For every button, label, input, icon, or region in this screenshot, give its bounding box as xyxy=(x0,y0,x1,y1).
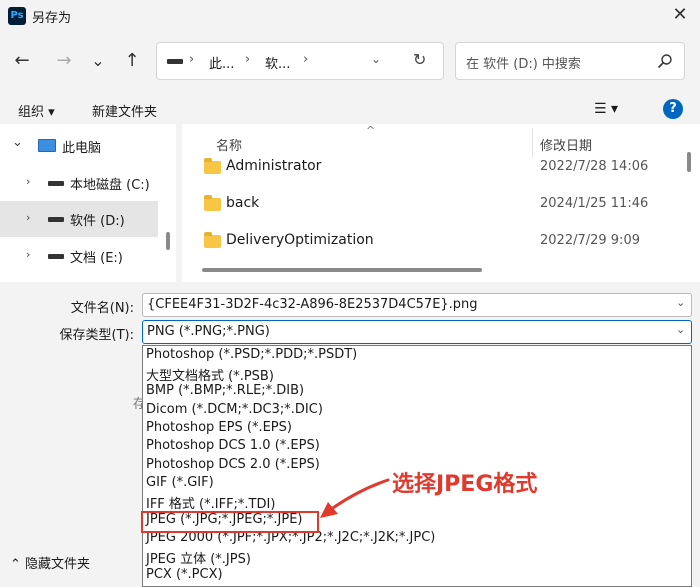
sort-ascending-icon: ^ xyxy=(366,124,376,137)
search-icon[interactable] xyxy=(656,52,674,70)
breadcrumb-this-pc[interactable]: 此... xyxy=(209,53,234,72)
file-list-horizontal-scrollbar[interactable] xyxy=(202,268,482,272)
jpeg-highlight-box xyxy=(141,511,319,533)
folder-icon xyxy=(204,158,221,174)
dropdown-option-dcs1[interactable]: Photoshop DCS 1.0 (*.EPS) xyxy=(146,438,320,456)
chevron-down-icon[interactable]: ⌄ xyxy=(12,135,23,150)
nav-item-software-d[interactable]: › 软件 (D:) xyxy=(0,201,158,237)
hide-folders-button[interactable]: ⌃ 隐藏文件夹 xyxy=(10,553,90,572)
nav-item-this-pc[interactable]: ⌄ 此电脑 xyxy=(0,128,158,164)
dropdown-option-eps[interactable]: Photoshop EPS (*.EPS) xyxy=(146,420,292,438)
title-bar: Ps 另存为 ✕ xyxy=(0,0,700,32)
file-row[interactable]: Administrator 2022/7/28 14:06 xyxy=(182,148,680,185)
nav-pane-scrollbar[interactable] xyxy=(166,232,170,250)
nav-item-label: 本地磁盘 (C:) xyxy=(70,178,150,193)
file-list: ^ 名称 修改日期 Administrator 2022/7/28 14:06 … xyxy=(182,124,700,282)
folder-icon xyxy=(204,195,221,211)
nav-item-label: 此电脑 xyxy=(62,141,102,156)
filename-value[interactable]: {CFEE4F31-3D2F-4c32-A896-8E2537D4C57E}.p… xyxy=(147,297,478,312)
dropdown-option-dcs2[interactable]: Photoshop DCS 2.0 (*.EPS) xyxy=(146,457,320,475)
refresh-icon[interactable]: ↻ xyxy=(413,50,426,69)
file-date: 2024/1/25 11:46 xyxy=(540,196,649,211)
photoshop-app-icon: Ps xyxy=(8,7,26,25)
dropdown-option-iff[interactable]: IFF 格式 (*.IFF;*.TDI) xyxy=(146,493,275,512)
breadcrumb-separator: › xyxy=(303,52,309,67)
drive-icon xyxy=(48,217,64,222)
file-row[interactable]: DeliveryOptimization 2022/7/29 9:09 xyxy=(182,222,680,259)
help-icon[interactable]: ? xyxy=(663,99,683,119)
nav-item-local-disk-c[interactable]: › 本地磁盘 (C:) xyxy=(0,165,158,201)
file-date: 2022/7/29 9:09 xyxy=(540,233,640,248)
nav-item-documents-e[interactable]: › 文档 (E:) xyxy=(0,238,158,274)
dropdown-option-pcx[interactable]: PCX (*.PCX) xyxy=(146,567,223,585)
dropdown-option-psb[interactable]: 大型文档格式 (*.PSB) xyxy=(146,365,274,384)
folder-icon xyxy=(204,232,221,248)
save-type-label: 保存类型(T): xyxy=(59,328,134,343)
nav-item-label: 文档 (E:) xyxy=(70,251,123,266)
back-arrow-icon[interactable]: ← xyxy=(8,48,36,76)
breadcrumb-separator: › xyxy=(245,52,251,67)
recent-locations-chevron-icon[interactable]: ⌄ xyxy=(84,48,112,76)
chevron-right-icon[interactable]: › xyxy=(26,248,30,261)
annotation-text: 选择JPEG格式 xyxy=(392,472,538,497)
forward-arrow-icon[interactable]: → xyxy=(50,48,78,76)
chevron-down-icon[interactable]: ⌄ xyxy=(676,296,685,309)
new-folder-button[interactable]: 新建文件夹 xyxy=(92,101,157,120)
save-type-value[interactable]: PNG (*.PNG;*.PNG) xyxy=(147,324,270,339)
dropdown-option-dicom[interactable]: Dicom (*.DCM;*.DC3;*.DIC) xyxy=(146,402,323,420)
file-name: DeliveryOptimization xyxy=(226,232,374,248)
filename-input[interactable]: {CFEE4F31-3D2F-4c32-A896-8E2537D4C57E}.p… xyxy=(142,293,692,317)
drive-icon xyxy=(167,59,183,64)
nav-item-label: 软件 (D:) xyxy=(70,214,125,229)
file-row[interactable]: back 2024/1/25 11:46 xyxy=(182,185,680,222)
up-arrow-icon[interactable]: ↑ xyxy=(118,48,146,76)
file-list-vertical-scrollbar[interactable] xyxy=(687,152,691,172)
annotation-arrow-icon xyxy=(320,478,390,518)
breadcrumb-software-drive[interactable]: 软... xyxy=(265,53,290,72)
view-options-button[interactable]: ☰ ▾ xyxy=(594,101,618,117)
filename-label: 文件名(N): xyxy=(70,301,134,316)
search-box[interactable]: 在 软件 (D:) 中搜索 xyxy=(455,42,685,80)
window-title: 另存为 xyxy=(32,11,72,26)
chevron-down-icon[interactable]: ⌄ xyxy=(676,323,685,336)
breadcrumb-separator: › xyxy=(189,52,195,67)
dropdown-option-gif[interactable]: GIF (*.GIF) xyxy=(146,475,214,493)
organize-menu-button[interactable]: 组织 ▾ xyxy=(18,101,55,120)
file-name: back xyxy=(226,195,260,211)
dropdown-option-psd[interactable]: Photoshop (*.PSD;*.PDD;*.PSDT) xyxy=(146,347,357,365)
chevron-right-icon[interactable]: › xyxy=(26,211,30,224)
drive-icon xyxy=(48,254,64,259)
drive-icon xyxy=(48,181,64,186)
file-date: 2022/7/28 14:06 xyxy=(540,159,649,174)
save-type-select[interactable]: PNG (*.PNG;*.PNG) ⌄ xyxy=(142,320,692,344)
search-placeholder[interactable]: 在 软件 (D:) 中搜索 xyxy=(466,53,581,72)
close-button[interactable]: ✕ xyxy=(660,0,700,32)
computer-icon xyxy=(38,139,56,152)
address-bar[interactable]: › 此... › 软... › ⌄ ↻ xyxy=(156,42,444,80)
address-dropdown-chevron-icon[interactable]: ⌄ xyxy=(371,52,381,66)
dropdown-option-jps[interactable]: JPEG 立体 (*.JPS) xyxy=(146,548,251,567)
navigation-pane: ⌄ 此电脑 › 本地磁盘 (C:) › 软件 (D:) › 文档 (E:) xyxy=(0,124,176,282)
dropdown-option-bmp[interactable]: BMP (*.BMP;*.RLE;*.DIB) xyxy=(146,383,304,401)
chevron-right-icon[interactable]: › xyxy=(26,175,30,188)
file-name: Administrator xyxy=(226,158,322,174)
